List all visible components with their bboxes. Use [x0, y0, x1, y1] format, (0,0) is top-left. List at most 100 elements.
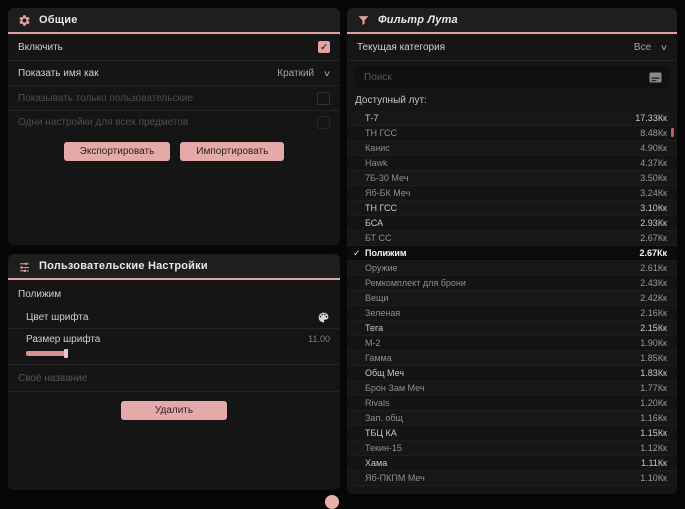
loot-item-name: Яб-ПКПМ Меч	[365, 473, 425, 483]
chevron-down-icon: ∨	[322, 68, 332, 78]
loot-row[interactable]: ✓ Канис 4.90Кк	[347, 141, 677, 156]
loot-item-name: Зеленая	[365, 308, 401, 318]
loot-row[interactable]: ✓ БТ СС 2.67Кк	[347, 231, 677, 246]
loot-item-value: 1.16Кк	[640, 413, 667, 423]
loot-item-value: 1.77Кк	[640, 383, 667, 393]
same-settings-row: Одни настройки для всех предметов	[8, 111, 340, 133]
loot-item-name: Брон Зам Меч	[365, 383, 425, 393]
loot-item-value: 3.24Кк	[640, 188, 667, 198]
loot-item-value: 2.43Кк	[640, 278, 667, 288]
loot-item-name: Канис	[365, 143, 390, 153]
name-mode-dropdown[interactable]: Краткий ∨	[277, 68, 332, 79]
loot-row[interactable]: ✓ Т-7 17.33Кк	[347, 111, 677, 126]
loot-row[interactable]: ✓ Брон Зам Меч 1.77Кк	[347, 381, 677, 396]
loot-item-value: 3.10Кк	[640, 203, 667, 213]
export-import-row: Экспортировать Импортировать	[8, 133, 340, 171]
category-dropdown[interactable]: Все ∨	[634, 42, 668, 53]
loot-item-value: 4.90Кк	[640, 143, 667, 153]
loot-row[interactable]: ✓ Hawk 4.37Кк	[347, 156, 677, 171]
only-custom-checkbox[interactable]	[317, 91, 330, 105]
font-color-label: Цвет шрифта	[26, 311, 89, 323]
category-row: Текущая категория Все ∨	[347, 34, 677, 61]
loot-row[interactable]: ✓ Зап. общ 1.16Кк	[347, 411, 677, 426]
loot-item-value: 1.11Кк	[640, 458, 667, 468]
loot-row[interactable]: ✓ ТБЦ КА 1.15Кк	[347, 426, 677, 441]
import-button[interactable]: Импортировать	[180, 142, 285, 161]
general-panel-title: Общие	[39, 14, 78, 26]
list-settings-icon[interactable]	[649, 72, 662, 83]
loot-row[interactable]: ✓ Текин-15 1.12Кк	[347, 441, 677, 456]
loot-list: ✓ Т-7 17.33Кк ✓ ТН ГСС 8.48Кк ✓ Канис 4.…	[347, 111, 677, 486]
loot-item-name: Зап. общ	[365, 413, 403, 423]
font-size-slider-wrap	[8, 349, 340, 365]
slider-handle[interactable]	[64, 349, 68, 358]
loot-row[interactable]: ✓ Оружие 2.61Кк	[347, 261, 677, 276]
loot-row[interactable]: ✓ Гамма 1.85Кк	[347, 351, 677, 366]
loot-row[interactable]: ✓ Яб-БК Меч 3.24Кк	[347, 186, 677, 201]
palette-icon[interactable]	[317, 311, 330, 324]
user-settings-panel: Пользовательские Настройки Полижим Цвет …	[8, 254, 340, 490]
loot-item-name: Яб-БК Меч	[365, 188, 411, 198]
loot-item-value: 1.12Кк	[640, 443, 667, 453]
loot-item-name: Общ Меч	[365, 368, 405, 378]
loot-row[interactable]: ✓ БСА 2.93Кк	[347, 216, 677, 231]
loot-row[interactable]: ✓ Яб-ПКПМ Меч 1.10Кк	[347, 471, 677, 486]
enable-row: Включить ✓	[8, 34, 340, 61]
search-input[interactable]	[362, 70, 649, 84]
loot-row[interactable]: ✓ Rivals 1.20Кк	[347, 396, 677, 411]
funnel-icon	[357, 14, 370, 27]
gear-icon	[18, 14, 31, 27]
loot-item-name: Rivals	[365, 398, 390, 408]
loot-item-name: БТ СС	[365, 233, 392, 243]
only-custom-row: Показывать только пользовательские	[8, 86, 340, 111]
custom-name-input[interactable]	[8, 365, 340, 392]
loot-item-value: 3.50Кк	[640, 173, 667, 183]
same-settings-label: Одни настройки для всех предметов	[18, 116, 189, 128]
loot-item-name: Хама	[365, 458, 388, 468]
loot-item-name: Тега	[365, 323, 384, 333]
loot-row[interactable]: ✓ Вещи 2.42Кк	[347, 291, 677, 306]
loot-row[interactable]: ✓ Ремкомплект для брони 2.43Кк	[347, 276, 677, 291]
export-button[interactable]: Экспортировать	[63, 142, 171, 161]
font-size-slider[interactable]	[26, 349, 330, 358]
loot-item-name: ТН ГСС	[365, 128, 397, 138]
loot-item-value: 2.16Кк	[640, 308, 667, 318]
pink-dot-decoration	[325, 495, 339, 509]
loot-item-value: 2.93Кк	[640, 218, 667, 228]
loot-filter-header: Фильтр Лута	[347, 8, 677, 34]
loot-item-value: 1.15Кк	[640, 428, 667, 438]
delete-row: Удалить	[8, 392, 340, 429]
loot-row[interactable]: ✓ Зеленая 2.16Кк	[347, 306, 677, 321]
loot-item-name: Текин-15	[365, 443, 402, 453]
delete-button[interactable]: Удалить	[120, 401, 228, 420]
enable-checkbox[interactable]: ✓	[318, 41, 330, 53]
name-mode-row: Показать имя как Краткий ∨	[8, 61, 340, 86]
loot-item-name: Т-7	[365, 113, 379, 123]
loot-item-value: 1.83Кк	[640, 368, 667, 378]
loot-row[interactable]: ✓ Хама 1.11Кк	[347, 456, 677, 471]
user-settings-title: Пользовательские Настройки	[39, 260, 208, 272]
loot-item-value: 2.67Кк	[640, 233, 667, 243]
font-color-row[interactable]: Цвет шрифта	[8, 306, 340, 329]
loot-row[interactable]: ✓ Полижим 2.67Кк	[347, 246, 677, 261]
selected-item-name: Полижим	[18, 289, 62, 300]
same-settings-checkbox[interactable]	[317, 115, 330, 129]
loot-item-value: 1.20Кк	[640, 398, 667, 408]
loot-row[interactable]: ✓ Общ Меч 1.83Кк	[347, 366, 677, 381]
loot-item-name: 7Б-30 Меч	[365, 173, 409, 183]
scrollbar-thumb[interactable]	[671, 128, 674, 137]
font-size-label: Размер шрифта	[26, 333, 101, 345]
category-label: Текущая категория	[357, 41, 446, 53]
loot-row[interactable]: ✓ Тега 2.15Кк	[347, 321, 677, 336]
loot-item-value: 1.90Кк	[640, 338, 667, 348]
loot-item-value: 2.15Кк	[640, 323, 667, 333]
loot-row[interactable]: ✓ 7Б-30 Меч 3.50Кк	[347, 171, 677, 186]
loot-item-name: М-2	[365, 338, 381, 348]
loot-item-value: 2.67Кк	[639, 248, 667, 258]
only-custom-label: Показывать только пользовательские	[18, 92, 193, 104]
loot-row[interactable]: ✓ М-2 1.90Кк	[347, 336, 677, 351]
loot-item-value: 8.48Кк	[640, 128, 667, 138]
loot-filter-title: Фильтр Лута	[378, 14, 458, 26]
loot-row[interactable]: ✓ ТН ГСС 3.10Кк	[347, 201, 677, 216]
loot-row[interactable]: ✓ ТН ГСС 8.48Кк	[347, 126, 677, 141]
